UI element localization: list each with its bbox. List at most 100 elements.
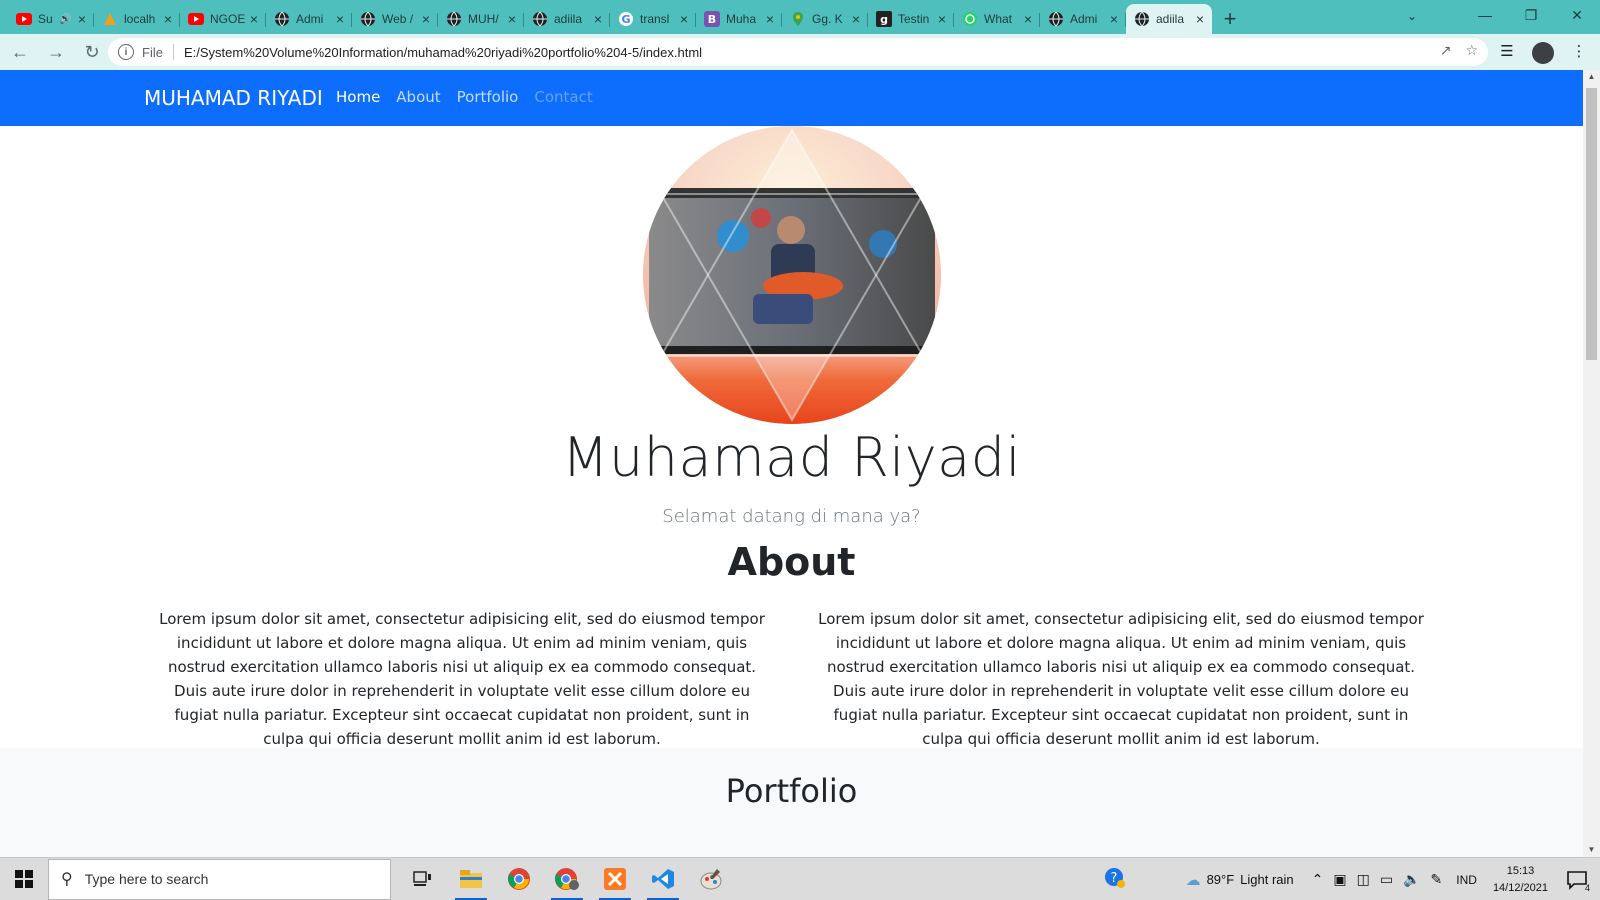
tab-close-icon[interactable]: × [938, 11, 946, 27]
minimize-button[interactable]: — [1462, 0, 1508, 30]
navbar-brand[interactable]: MUHAMAD RIYADI [144, 86, 323, 110]
reload-button[interactable]: ↻ [76, 36, 108, 68]
volume-icon[interactable]: 🔈 [1403, 871, 1420, 888]
notification-center-icon[interactable]: 4 [1562, 865, 1592, 895]
browser-tab[interactable]: Admi × [1040, 4, 1126, 34]
media-control-icon[interactable]: ☰ [1492, 36, 1522, 66]
tab-title: Admi [1070, 12, 1098, 26]
vscode-icon[interactable] [639, 858, 687, 900]
tab-title: What [984, 12, 1013, 26]
forward-button[interactable]: → [40, 36, 72, 68]
taskbar-search[interactable]: ⚲ Type here to search [48, 858, 391, 900]
weather-text: Light rain [1240, 872, 1294, 887]
profile-avatar[interactable] [1528, 36, 1558, 66]
nav-link-portfolio[interactable]: Portfolio [457, 88, 519, 106]
start-button[interactable] [0, 858, 48, 900]
nav-link-contact[interactable]: Contact [534, 88, 592, 106]
chrome-icon[interactable] [495, 858, 543, 900]
tab-title: NGOE [210, 12, 246, 26]
browser-tab[interactable]: Gg. K × [782, 4, 868, 34]
share-icon[interactable]: ↗ [1440, 42, 1452, 59]
clock[interactable]: 15:13 14/12/2021 [1493, 863, 1548, 897]
tab-close-icon[interactable]: × [336, 11, 344, 27]
navbar-links: Home About Portfolio Contact [336, 88, 593, 106]
tab-close-icon[interactable]: × [766, 11, 774, 27]
tray-icons: ⌃ ▣ ◫ ▭ 🔈 ✎ [1312, 871, 1443, 888]
show-hidden-icons-chevron-icon[interactable]: ⌃ [1312, 871, 1324, 888]
browser-tab[interactable]: What × [954, 4, 1040, 34]
system-tray: ? ☁ 89°F Light rain ⌃ ▣ ◫ ▭ 🔈 ✎ IND 15:1… [1104, 858, 1600, 900]
profile-photo [643, 126, 941, 424]
tab-close-icon[interactable]: × [1024, 11, 1032, 27]
pen-icon[interactable]: ✎ [1431, 871, 1443, 888]
globe-icon [1048, 11, 1064, 27]
meet-now-icon[interactable]: ▣ [1333, 871, 1346, 888]
tab-audio-icon[interactable]: 🔊 [59, 14, 71, 25]
tab-close-icon[interactable]: × [594, 11, 602, 27]
paint-icon[interactable] [687, 858, 735, 900]
address-bar[interactable]: i File E:/System%20Volume%20Information/… [108, 38, 1488, 66]
tab-close-icon[interactable]: × [852, 11, 860, 27]
youtube-icon [16, 11, 32, 27]
restore-button[interactable]: ❐ [1508, 0, 1554, 30]
scroll-down-arrow-icon[interactable]: ▼ [1583, 843, 1600, 857]
tab-title: transl [640, 12, 670, 26]
scroll-up-arrow-icon[interactable]: ▲ [1583, 70, 1600, 84]
chrome-profile-icon[interactable] [543, 858, 591, 900]
browser-tab[interactable]: g Testin × [868, 4, 954, 34]
menu-kebab-icon[interactable]: ⋮ [1564, 36, 1594, 66]
svg-text:g: g [880, 13, 888, 26]
tab-close-icon[interactable]: × [1110, 11, 1118, 27]
tab-title: MUH/ [468, 12, 499, 26]
browser-toolbar: ← → ↻ i File E:/System%20Volume%20Inform… [0, 34, 1600, 70]
site-info-icon[interactable]: i [118, 44, 134, 60]
page-viewport: MUHAMAD RIYADI Home About Portfolio Cont… [0, 70, 1583, 857]
svg-text:G: G [621, 13, 630, 26]
hero-name: Muhamad Riyadi [561, 426, 1022, 489]
browser-tab[interactable]: MUH/ × [438, 4, 524, 34]
help-icon[interactable]: ? [1104, 867, 1126, 892]
browser-tab[interactable]: Gtransl × [610, 4, 696, 34]
tab-close-icon[interactable]: × [250, 11, 258, 27]
bookmark-star-icon[interactable]: ☆ [1465, 42, 1478, 59]
tab-title: Muha [726, 12, 757, 26]
browser-tab-active[interactable]: adiila × [1126, 4, 1212, 34]
browser-tab[interactable]: Web / × [352, 4, 438, 34]
file-explorer-icon[interactable] [447, 858, 495, 900]
browser-tab[interactable]: NGOE × [180, 4, 266, 34]
weather-widget[interactable]: ☁ 89°F Light rain [1186, 871, 1294, 889]
tab-close-icon[interactable]: × [164, 11, 172, 27]
display-icon[interactable]: ▭ [1380, 871, 1393, 888]
tab-close-icon[interactable]: × [680, 11, 688, 27]
nav-link-home[interactable]: Home [336, 88, 380, 106]
tab-title: Admi [296, 12, 324, 26]
xampp-icon[interactable] [591, 858, 639, 900]
browser-tab[interactable]: Admi × [266, 4, 352, 34]
close-window-button[interactable]: ✕ [1554, 0, 1600, 30]
scroll-thumb[interactable] [1586, 88, 1597, 360]
tab-title: Su [38, 12, 53, 26]
browser-tab[interactable]: Su 🔊 × [8, 4, 94, 34]
browser-tab[interactable]: localh × [94, 4, 180, 34]
bootstrap-icon: B [704, 11, 720, 27]
address-url[interactable]: E:/System%20Volume%20Information/muhamad… [184, 45, 702, 60]
nav-link-about[interactable]: About [396, 88, 440, 106]
browser-tab[interactable]: B Muha × [696, 4, 782, 34]
back-button[interactable]: ← [4, 36, 36, 68]
tab-close-icon[interactable]: × [78, 11, 86, 27]
tab-title: Testin [898, 12, 930, 26]
taskbar-apps [399, 858, 735, 900]
input-language[interactable]: IND [1456, 873, 1477, 887]
google-icon: G [618, 11, 634, 27]
task-view-icon[interactable] [399, 858, 447, 900]
new-tab-button[interactable]: + [1216, 4, 1244, 34]
network-icon[interactable]: ◫ [1357, 871, 1370, 888]
clock-date: 14/12/2021 [1492, 881, 1548, 894]
tab-close-icon[interactable]: × [508, 11, 516, 27]
tab-close-icon[interactable]: × [422, 11, 430, 27]
tab-search-chevron-icon[interactable]: ⌄ [1398, 4, 1426, 28]
tab-close-icon[interactable]: × [1196, 11, 1204, 27]
portfolio-heading: Portfolio [725, 772, 858, 810]
browser-tab[interactable]: adiila × [524, 4, 610, 34]
page-scrollbar[interactable]: ▲ ▼ [1583, 70, 1600, 857]
